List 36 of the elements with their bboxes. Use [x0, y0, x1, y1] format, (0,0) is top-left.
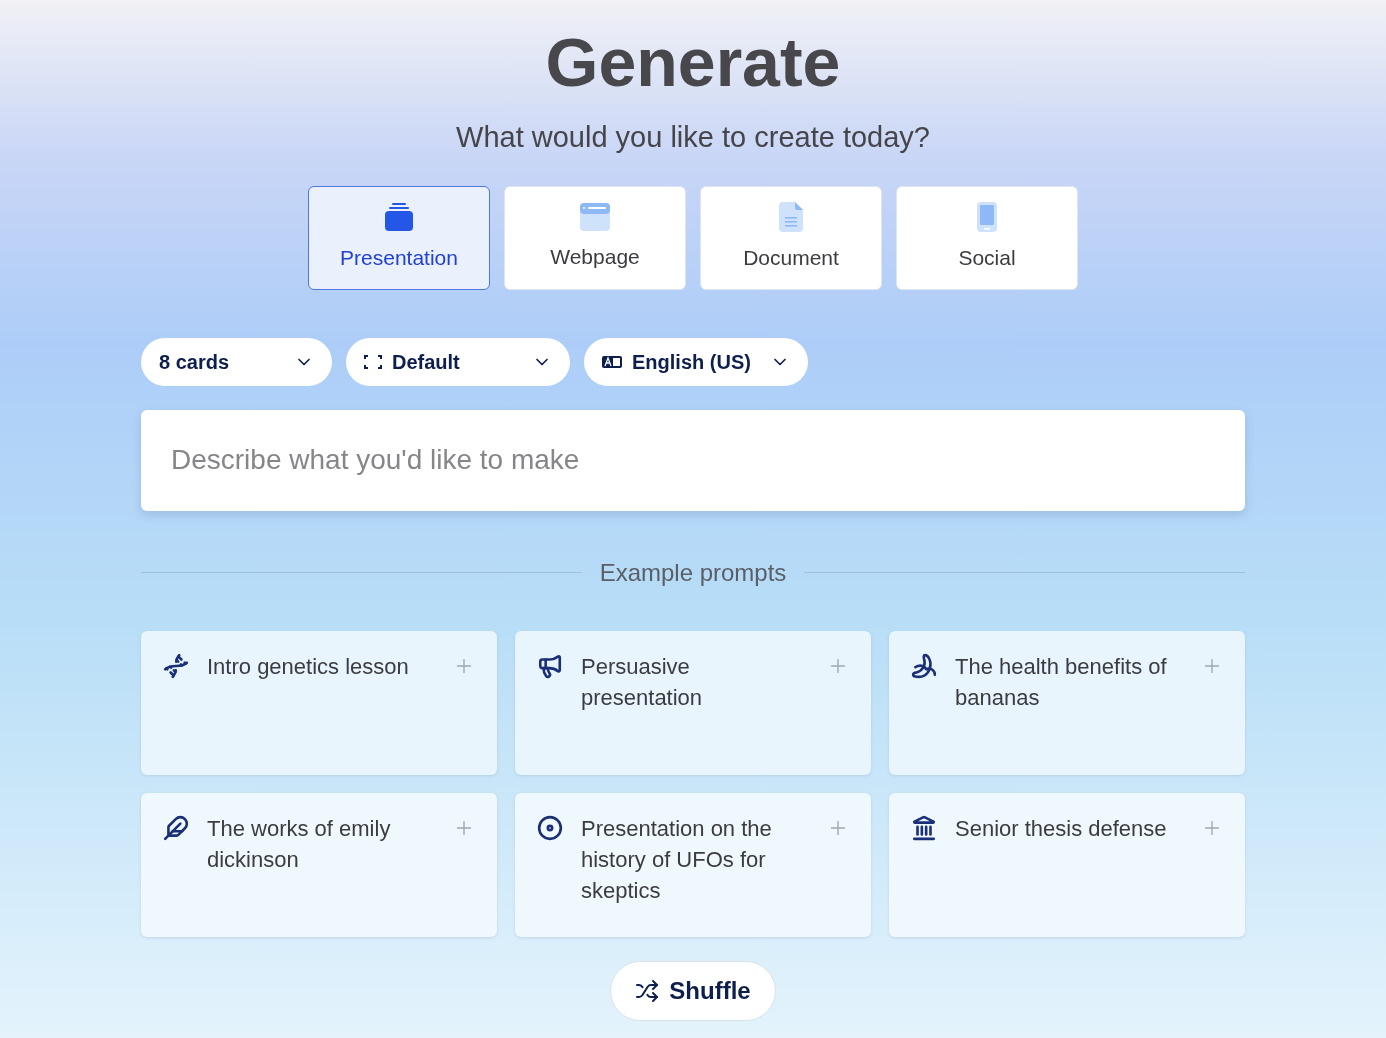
example-prompt-text: The works of emily dickinson: [207, 814, 392, 874]
example-prompt-card[interactable]: Intro genetics lesson: [141, 630, 497, 775]
example-prompt-card[interactable]: The works of emily dickinson: [141, 792, 497, 937]
shuffle-button[interactable]: Shuffle: [610, 960, 776, 1021]
content-type-tab[interactable]: Webpage: [504, 185, 686, 290]
option-dropdown[interactable]: English (US): [584, 337, 808, 386]
example-prompt-text: Senior thesis defense: [955, 814, 1168, 843]
prompt-input-field[interactable]: Describe what you'd like to make: [141, 409, 1245, 511]
example-prompt-card[interactable]: Presentation on the history of UFOs for skeptics: [515, 792, 871, 937]
megaphone-icon: [537, 652, 563, 679]
frame-corners-icon: [364, 354, 382, 369]
option-dropdown[interactable]: Default: [346, 337, 570, 386]
page-title: Generate: [545, 23, 841, 102]
example-prompt-card[interactable]: Senior thesis defense: [889, 792, 1245, 937]
page-subtitle: What would you like to create today?: [456, 120, 930, 155]
example-prompt-text: The health benefits of bananas: [955, 652, 1168, 712]
shuffle-icon: [635, 978, 660, 1003]
content-type-tab[interactable]: Document: [700, 185, 882, 290]
example-prompt-text: Presentation on the history of UFOs for skeptics: [581, 814, 773, 905]
browser-window-icon: [580, 202, 610, 231]
phone-icon: [977, 201, 997, 232]
section-heading: Example prompts: [599, 557, 787, 588]
example-prompt-text: Intro genetics lesson: [207, 652, 410, 681]
content-type-tab[interactable]: Presentation: [308, 185, 490, 290]
stack-icon: [384, 201, 414, 232]
feather-icon: [163, 814, 189, 841]
example-prompt-text: Persuasive presentation: [581, 652, 704, 712]
content-type-tab[interactable]: Social: [896, 185, 1078, 290]
banana-icon: [911, 652, 937, 679]
translate-icon: [602, 354, 622, 369]
building-columns-icon: [911, 814, 937, 841]
example-prompt-card[interactable]: Persuasive presentation: [515, 630, 871, 775]
example-prompt-card[interactable]: The health benefits of bananas: [889, 630, 1245, 775]
document-icon: [779, 201, 803, 232]
option-dropdown[interactable]: 8 cards: [141, 337, 332, 386]
dna-icon: [163, 652, 189, 679]
